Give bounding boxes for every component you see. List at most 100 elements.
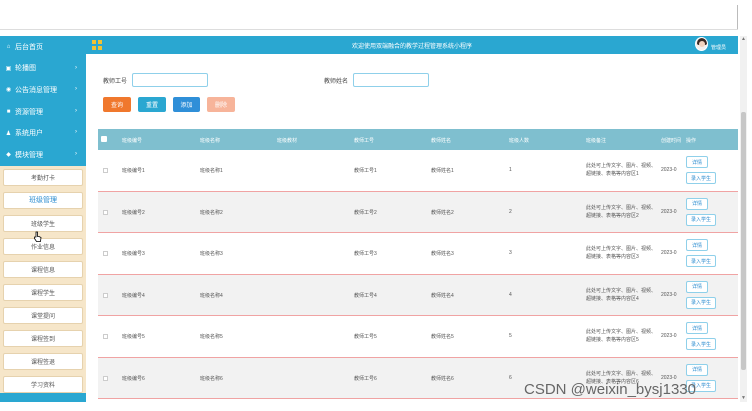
user-icon: ♟ xyxy=(5,130,12,137)
chevron-icon: › xyxy=(75,129,77,136)
submenu-item-2[interactable]: 班级学生 xyxy=(3,214,83,232)
cell-teacher-no: 教师工号5 xyxy=(354,334,377,340)
row-checkbox[interactable] xyxy=(103,375,108,381)
sidebar-item-1[interactable]: ▣ 轮播图 › xyxy=(0,58,86,80)
sidebar-item-label: 后台首页 xyxy=(15,43,43,51)
col-teacher-name: 教师姓名 xyxy=(431,138,452,144)
detail-button[interactable]: 详情 xyxy=(686,156,708,168)
chevron-icon: › xyxy=(75,86,77,93)
sidebar-item-label: 资源管理 xyxy=(15,108,43,116)
submenu-item-3[interactable]: 作业信息 xyxy=(3,237,83,255)
cell-class-note: 此处可上传文字、图片、视频、超链接、表格等内容区5 xyxy=(586,329,657,344)
enroll-student-button[interactable]: 录入学生 xyxy=(686,213,716,226)
scroll-down-icon[interactable]: ▼ xyxy=(740,395,747,402)
username-label[interactable]: 管理员 xyxy=(711,44,726,51)
cell-class-name: 班级名称6 xyxy=(200,375,223,382)
cell-teacher-name: 教师姓名1 xyxy=(431,168,454,174)
table-header: 班级编号 班级名称 班级教材 教师工号 教师姓名 班级人数 班级备注 创建时间 … xyxy=(98,129,738,150)
submenu-item-5[interactable]: 课程学生 xyxy=(3,284,83,302)
delete-button[interactable]: 删除 xyxy=(207,97,235,112)
cell-class-code: 班级编号4 xyxy=(122,292,145,299)
col-class-count: 班级人数 xyxy=(509,138,530,144)
sidebar-item-2[interactable]: ◉ 公告消息管理 › xyxy=(0,79,86,101)
col-teacher-no: 教师工号 xyxy=(354,138,375,144)
detail-button[interactable]: 详情 xyxy=(686,363,708,376)
enroll-student-button[interactable]: 录入学生 xyxy=(686,255,716,267)
cell-class-count: 3 xyxy=(509,250,512,256)
row-checkbox[interactable] xyxy=(103,209,108,215)
cell-created-time: 2023-0 xyxy=(661,374,677,381)
module-submenu: 考勤打卡班级管理班级学生作业信息课程信息课程学生课堂提问课程签到课程签退学习资料 xyxy=(0,165,86,394)
submenu-item-1[interactable]: 班级管理 xyxy=(3,191,83,209)
detail-button[interactable]: 详情 xyxy=(686,239,708,251)
col-class-material: 班级教材 xyxy=(277,138,298,144)
sidebar-item-label: 系统用户 xyxy=(15,130,43,138)
cell-class-note: 此处可上传文字、图片、视频、超链接、表格等内容区2 xyxy=(586,204,657,219)
browser-top-strip xyxy=(0,0,752,34)
top-divider-vertical xyxy=(737,5,738,29)
sidebar-item-0[interactable]: ⌂ 后台首页 xyxy=(0,36,86,58)
folder-icon: ■ xyxy=(6,108,11,115)
row-checkbox[interactable] xyxy=(103,292,108,298)
avatar[interactable] xyxy=(695,37,708,51)
cell-created-time: 2023-0 xyxy=(661,291,677,298)
submenu-item-4[interactable]: 课程信息 xyxy=(3,260,83,278)
cell-teacher-name: 教师姓名6 xyxy=(431,375,454,382)
table-row: 班级编号5 班级名称5 教师工号5 教师姓名5 5 此处可上传文字、图片、视频、超链接、表… xyxy=(98,316,738,358)
cell-teacher-name: 教师姓名5 xyxy=(431,334,454,340)
cell-class-note: 此处可上传文字、图片、视频、超链接、表格等内容区1 xyxy=(586,163,657,178)
cell-class-code: 班级编号5 xyxy=(122,334,145,340)
submenu-item-8[interactable]: 课程签退 xyxy=(3,353,83,371)
sidebar: ⌂ 后台首页 ▣ 轮播图 › ◉ 公告消息管理 › ■ 资源管理 › ♟ 系统用户 › ◆ 模块管理 › 考勤打… xyxy=(0,36,86,402)
submenu-item-7[interactable]: 课程签到 xyxy=(3,330,83,348)
cell-class-code: 班级编号1 xyxy=(122,168,145,174)
enroll-student-button[interactable]: 录入学生 xyxy=(686,296,716,309)
enroll-student-button[interactable]: 录入学生 xyxy=(686,172,716,184)
row-checkbox[interactable] xyxy=(103,334,108,339)
search-button[interactable]: 查询 xyxy=(103,97,131,112)
sidebar-item-label: 轮播图 xyxy=(15,65,36,73)
detail-button[interactable]: 详情 xyxy=(686,197,708,210)
chevron-icon: › xyxy=(75,64,77,71)
main-content: 教师工号 教师姓名 查询 重置 添加 删除 班级编号 班级名称 班级教材 教师工… xyxy=(86,54,738,402)
submenu-item-9[interactable]: 学习资料 xyxy=(3,376,83,394)
sidebar-item-5[interactable]: ◆ 模块管理 › xyxy=(0,144,86,166)
top-header: 欢迎使用双端融合的教学过程管理系统小程序 管理员 xyxy=(86,36,738,54)
sidebar-item-label: 公告消息管理 xyxy=(15,86,57,94)
reset-button[interactable]: 重置 xyxy=(138,97,166,112)
teacher-name-input[interactable] xyxy=(353,73,430,87)
enroll-student-button[interactable]: 录入学生 xyxy=(686,338,716,350)
scrollbar-thumb[interactable] xyxy=(741,112,746,370)
cell-created-time: 2023-0 xyxy=(661,250,677,256)
page-scrollbar[interactable]: ▲ ▼ xyxy=(740,36,747,402)
detail-button[interactable]: 详情 xyxy=(686,280,708,293)
col-class-code: 班级编号 xyxy=(122,138,143,144)
cell-class-code: 班级编号2 xyxy=(122,209,145,216)
cell-class-count: 4 xyxy=(509,291,512,298)
cell-teacher-no: 教师工号3 xyxy=(354,251,377,257)
cell-class-count: 2 xyxy=(509,208,512,215)
scroll-up-icon[interactable]: ▲ xyxy=(740,36,747,43)
cell-class-code: 班级编号6 xyxy=(122,375,145,382)
sidebar-item-3[interactable]: ■ 资源管理 › xyxy=(0,101,86,123)
row-checkbox[interactable] xyxy=(103,168,108,173)
col-class-name: 班级名称 xyxy=(200,138,221,144)
add-button[interactable]: 添加 xyxy=(173,97,200,112)
detail-button[interactable]: 详情 xyxy=(686,322,708,334)
chevron-icon: › xyxy=(75,150,77,157)
cell-created-time: 2023-0 xyxy=(661,208,677,215)
cell-class-note: 此处可上传文字、图片、视频、超链接、表格等内容区4 xyxy=(586,287,657,302)
table-row: 班级编号2 班级名称2 教师工号2 教师姓名2 2 此处可上传文字、图片、视频、超链接、表… xyxy=(98,191,738,233)
teacher-no-input[interactable] xyxy=(132,73,209,87)
select-all-checkbox[interactable] xyxy=(101,136,107,142)
submenu-item-0[interactable]: 考勤打卡 xyxy=(3,168,83,186)
cell-created-time: 2023-0 xyxy=(661,167,677,173)
row-checkbox[interactable] xyxy=(103,251,108,256)
cell-teacher-name: 教师姓名2 xyxy=(431,209,454,216)
sidebar-item-4[interactable]: ♟ 系统用户 › xyxy=(0,122,86,144)
watermark: CSDN @weixin_bysj1330 xyxy=(524,381,696,398)
table-row: 班级编号3 班级名称3 教师工号3 教师姓名3 3 此处可上传文字、图片、视频、超链接、表… xyxy=(98,233,738,275)
cell-teacher-no: 教师工号6 xyxy=(354,375,377,382)
submenu-item-6[interactable]: 课堂提问 xyxy=(3,307,83,325)
sidebar-item-label: 模块管理 xyxy=(15,151,43,159)
